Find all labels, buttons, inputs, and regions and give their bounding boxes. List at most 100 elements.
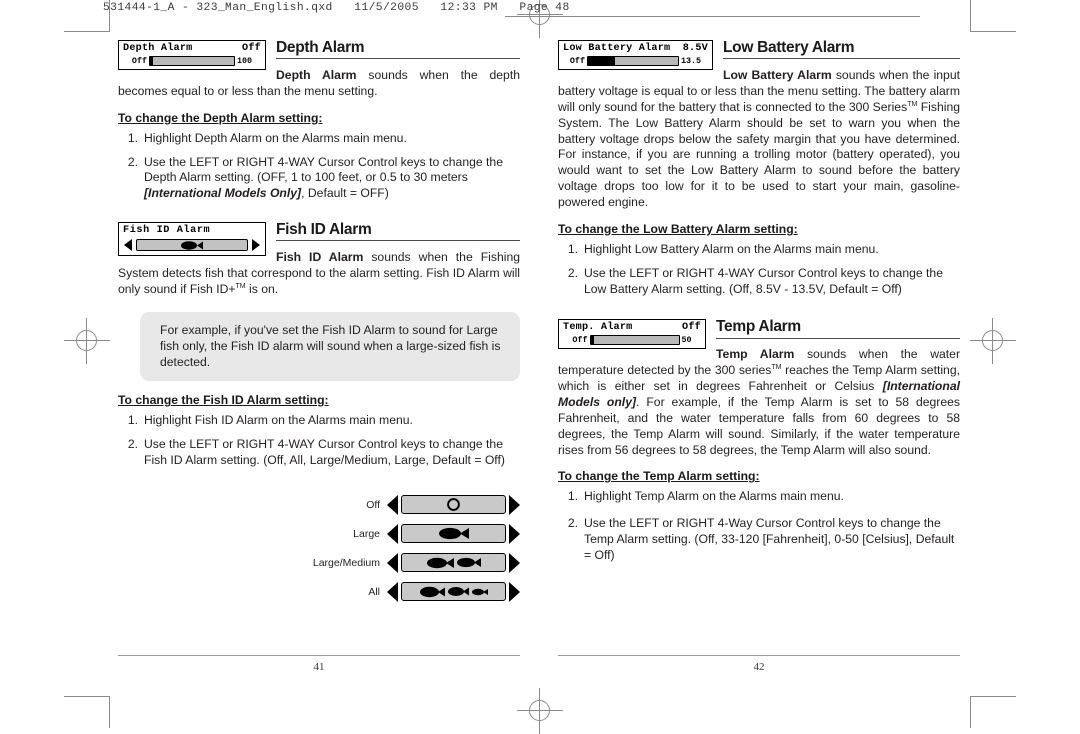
slug-rule [505, 16, 920, 17]
list-item: 2. Use the LEFT or RIGHT 4-WAY Cursor Co… [118, 437, 520, 469]
list-text: Use the LEFT or RIGHT 4-WAY Cursor Contr… [144, 436, 505, 467]
legend-row-large-medium: Large/Medium [118, 552, 520, 573]
section-rule [276, 240, 520, 242]
list-item: 2. Use the LEFT or RIGHT 4-WAY Cursor Co… [558, 266, 960, 298]
list-text: Use the LEFT or RIGHT 4-Way Cursor Contr… [584, 516, 955, 563]
legend-slot[interactable] [401, 495, 506, 515]
paragraph-fish-id-alarm: Fish ID Alarm sounds when the Fishing Sy… [118, 250, 520, 298]
registration-mark-right [970, 318, 1016, 364]
trademark-symbol: TM [771, 364, 782, 372]
list-item: 2. Use the LEFT or RIGHT 4-WAY Cursor Co… [118, 155, 520, 203]
prepress-slug-line: 531444-1_A - 323_Man_English.qxd 11/5/20… [103, 2, 570, 14]
arrow-right-icon[interactable] [509, 494, 520, 515]
subheading-low-battery-alarm: To change the Low Battery Alarm setting: [558, 221, 798, 236]
list-number: 2. [127, 154, 138, 169]
fish-large-icon [419, 586, 445, 597]
list-item: 1. Highlight Temp Alarm on the Alarms ma… [558, 489, 960, 505]
lead-term: Low Battery Alarm [723, 68, 832, 82]
arrow-right-icon[interactable] [509, 581, 520, 602]
heading-low-battery-alarm: Low Battery Alarm [558, 39, 960, 62]
legend-label: Large/Medium [312, 556, 380, 569]
list-number: 1. [567, 489, 578, 504]
fish-large-icon [438, 528, 469, 540]
lead-tail: Fishing System. The Low Battery Alarm sh… [558, 99, 960, 209]
callout-text: For example, if you've set the Fish ID A… [160, 322, 501, 369]
callout-box-fish-id-example: For example, if you've set the Fish ID A… [140, 311, 520, 382]
page-left: Depth Alarm Off Off 100 Depth Alarm Dept… [118, 39, 520, 602]
list-text: Highlight Fish ID Alarm on the Alarms ma… [144, 413, 413, 428]
paragraph-temp-alarm: Temp Alarm sounds when the water tempera… [558, 347, 960, 458]
legend-slot[interactable] [401, 582, 506, 602]
page-number-left: 41 [313, 661, 325, 673]
steps-temp-alarm: 1. Highlight Temp Alarm on the Alarms ma… [558, 489, 960, 563]
arrow-left-icon[interactable] [387, 523, 398, 544]
paragraph-depth-alarm: Depth Alarm sounds when the depth become… [118, 68, 520, 100]
fish-size-legend: Off Large Large/Medium All [118, 494, 520, 602]
section-temp-alarm: Temp. Alarm Off Off 50 Temp Alarm Temp A… [558, 319, 960, 564]
steps-low-battery-alarm: 1. Highlight Low Battery Alarm on the Al… [558, 242, 960, 298]
list-number: 2. [567, 516, 578, 531]
legend-slot[interactable] [401, 553, 506, 573]
list-number: 1. [127, 413, 138, 428]
subheading-temp-alarm: To change the Temp Alarm setting: [558, 469, 760, 484]
subheading-fish-id-alarm: To change the Fish ID Alarm setting: [118, 393, 329, 408]
crop-mark-bottom-left [64, 696, 110, 728]
legend-slot[interactable] [401, 524, 506, 544]
arrow-left-icon[interactable] [387, 552, 398, 573]
page-number-right: 42 [753, 661, 765, 673]
fish-large-icon [426, 557, 454, 568]
legend-label: All [368, 585, 380, 598]
list-text-post: , Default = OFF) [301, 186, 389, 201]
list-text: Highlight Low Battery Alarm on the Alarm… [584, 241, 879, 256]
list-text: Highlight Depth Alarm on the Alarms main… [144, 130, 407, 145]
registration-mark-bottom-center [517, 688, 563, 734]
legend-row-all: All [118, 581, 520, 602]
circle-empty-icon [447, 498, 460, 512]
trademark-symbol: TM [907, 100, 918, 108]
footer-rule [118, 655, 520, 656]
section-title: Depth Alarm [276, 39, 365, 56]
subheading-depth-alarm: To change the Depth Alarm setting: [118, 110, 323, 125]
legend-label: Large [353, 527, 380, 540]
list-text-pre: Use the LEFT or RIGHT 4-WAY Cursor Contr… [144, 154, 503, 185]
section-rule [716, 337, 960, 339]
lead-tail: is on. [245, 281, 279, 296]
arrow-left-icon[interactable] [387, 581, 398, 602]
heading-temp-alarm: Temp Alarm [558, 319, 960, 341]
fish-medium-icon [447, 587, 469, 597]
footer-right: 42 [558, 655, 960, 673]
heading-fish-id-alarm: Fish ID Alarm [118, 221, 520, 244]
arrow-right-icon[interactable] [509, 523, 520, 544]
legend-row-off: Off [118, 494, 520, 515]
section-fish-id-alarm: Fish ID Alarm Fish ID Alarm Fish ID Alar… [118, 221, 520, 469]
list-number: 1. [127, 130, 138, 145]
arrow-left-icon[interactable] [387, 494, 398, 515]
lead-term: Depth Alarm [276, 68, 357, 82]
crop-mark-bottom-right [970, 696, 1016, 728]
list-number: 1. [567, 241, 578, 256]
section-title: Temp Alarm [716, 318, 801, 336]
paragraph-low-battery-alarm: Low Battery Alarm sounds when the input … [558, 68, 960, 211]
fish-medium-icon [456, 558, 481, 568]
steps-fish-id-alarm: 1. Highlight Fish ID Alarm on the Alarms… [118, 413, 520, 469]
section-rule [276, 58, 520, 60]
list-item: 2. Use the LEFT or RIGHT 4-Way Cursor Co… [558, 516, 960, 564]
section-rule [723, 58, 960, 60]
steps-depth-alarm: 1. Highlight Depth Alarm on the Alarms m… [118, 131, 520, 202]
trademark-symbol: TM [235, 282, 246, 290]
section-title: Fish ID Alarm [276, 221, 372, 239]
list-text-italic: [International Models Only] [144, 186, 302, 201]
footer-rule [558, 655, 960, 656]
crop-mark-top-right [970, 0, 1016, 32]
list-number: 2. [127, 436, 138, 451]
list-number: 2. [567, 265, 578, 280]
footer-left: 41 [118, 655, 520, 673]
section-depth-alarm: Depth Alarm Off Off 100 Depth Alarm Dept… [118, 39, 520, 202]
list-text: Use the LEFT or RIGHT 4-WAY Cursor Contr… [584, 265, 943, 296]
arrow-right-icon[interactable] [509, 552, 520, 573]
lead-term: Temp Alarm [716, 347, 795, 362]
fish-small-icon [471, 588, 488, 595]
lead-term: Fish ID Alarm [276, 250, 364, 265]
section-title: Low Battery Alarm [723, 39, 855, 56]
legend-label: Off [366, 498, 380, 511]
